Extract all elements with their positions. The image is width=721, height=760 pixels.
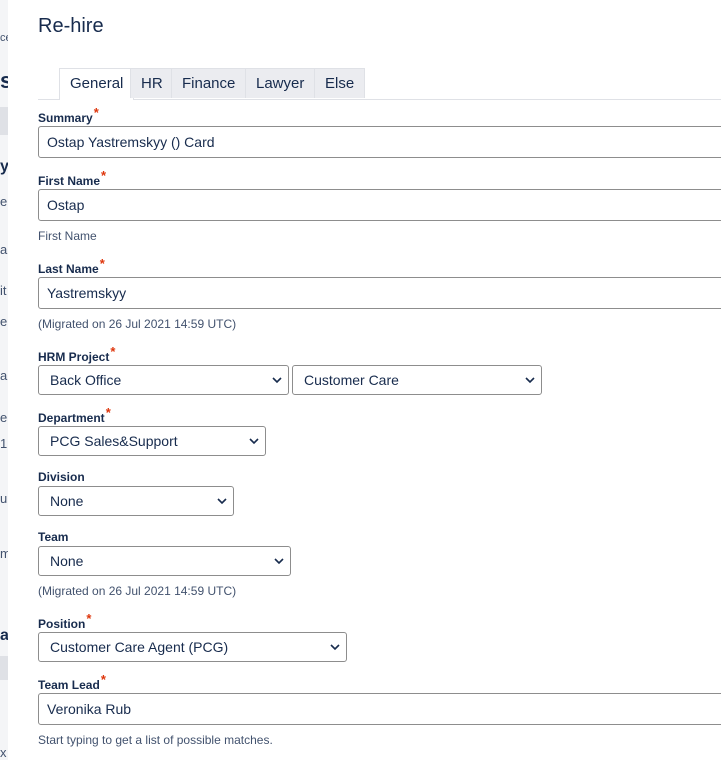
background-bar [0,656,8,680]
last-name-input[interactable] [38,277,721,309]
rehire-dialog: Re-hire General HR Finance Lawyer Else S… [8,0,721,760]
first-name-help: First Name [38,229,97,243]
team-value: None [50,553,84,569]
team-lead-input[interactable] [38,693,721,725]
last-name-label: Last Name* [38,256,105,276]
first-name-label-text: First Name [38,174,101,188]
background-fragment: a [0,242,8,257]
tab-else[interactable]: Else [314,68,366,98]
chevron-down-icon [525,377,535,384]
department-label-text: Department [38,411,105,425]
background-fragment: m [0,546,8,561]
chevron-down-icon [330,644,340,651]
department-value: PCG Sales&Support [50,433,178,449]
tab-finance[interactable]: Finance [171,68,247,98]
summary-label: Summary* [38,105,99,125]
dialog-title: Re-hire [38,15,104,37]
team-lead-label-text: Team Lead [38,678,100,692]
required-marker: * [105,405,111,420]
last-name-help: (Migrated on 26 Jul 2021 14:59 UTC) [38,317,237,331]
team-select[interactable]: None [38,546,291,576]
division-label: Division [38,470,85,484]
required-marker: * [93,105,99,120]
department-select[interactable]: PCG Sales&Support [38,426,266,456]
hrm-project-select[interactable]: Back Office [38,365,289,395]
first-name-input[interactable] [38,189,721,221]
background-page-strip: ce s y e a it e a er 1 u m a x [0,0,8,760]
summary-input[interactable] [38,126,721,158]
team-label-text: Team [38,530,69,544]
hrm-project-value: Back Office [50,372,122,388]
position-label: Position* [38,611,91,631]
tab-general[interactable]: General [59,68,135,100]
hrm-project-label-text: HRM Project [38,350,110,364]
hrm-subproject-value: Customer Care [304,372,399,388]
chevron-down-icon [217,498,227,505]
tab-bar: General HR Finance Lawyer Else [38,68,721,100]
team-lead-label: Team Lead* [38,672,106,692]
background-fragment: 1 [0,436,8,451]
background-fragment: er [0,410,8,425]
last-name-label-text: Last Name [38,262,99,276]
tab-lawyer[interactable]: Lawyer [245,68,316,98]
background-fragment: ce [0,32,8,44]
background-fragment: e [0,314,8,329]
department-label: Department* [38,405,111,425]
background-fragment: s [0,68,8,93]
background-fragment: a [0,368,8,383]
chevron-down-icon [272,377,282,384]
chevron-down-icon [249,438,259,445]
team-lead-help: Start typing to get a list of possible m… [38,733,273,747]
background-fragment: x [0,745,7,760]
team-help: (Migrated on 26 Jul 2021 14:59 UTC) [38,584,237,598]
background-fragment: e [0,194,8,209]
background-fragment: y [0,158,8,175]
summary-label-text: Summary [38,111,93,125]
division-select[interactable]: None [38,486,234,516]
required-marker: * [110,344,116,359]
hrm-subproject-select[interactable]: Customer Care [292,365,542,395]
background-fragment: a [0,627,8,644]
division-value: None [50,493,84,509]
background-fragment: u [0,491,8,506]
required-marker: * [100,672,106,687]
tab-hr[interactable]: HR [130,68,174,98]
background-bar [0,107,8,135]
background-fragment: it [0,283,7,298]
first-name-label: First Name* [38,168,106,188]
required-marker: * [86,611,92,626]
position-select[interactable]: Customer Care Agent (PCG) [38,632,347,662]
chevron-down-icon [274,558,284,565]
team-label: Team [38,530,68,544]
position-value: Customer Care Agent (PCG) [50,639,229,655]
required-marker: * [99,256,105,271]
hrm-project-label: HRM Project* [38,344,115,364]
position-label-text: Position [38,617,86,631]
required-marker: * [101,168,107,183]
division-label-text: Division [38,470,85,484]
